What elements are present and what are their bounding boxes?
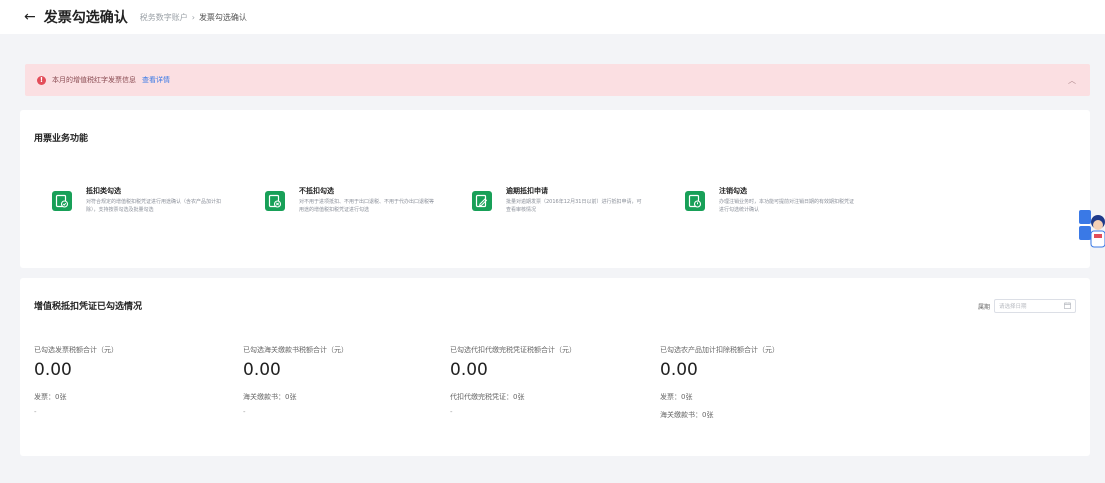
page-title: 发票勾选确认 [43, 10, 128, 26]
stat-agri: 已勾选农产品加计扣除税额合计（元） 0.00 发票：0张 海关缴款书：0张 [660, 345, 860, 420]
breadcrumb-item-account[interactable]: 税务数字账户 [140, 12, 188, 23]
func-title: 不抵扣勾选 [299, 187, 334, 195]
stat-label: 已勾选海关缴款书税额合计（元） [243, 346, 348, 354]
stat-label: 已勾选发票税额合计（元） [34, 346, 118, 354]
stat-count: 发票：0张 [34, 393, 67, 401]
func-title: 抵扣类勾选 [86, 187, 121, 195]
stat-dash: - [243, 408, 246, 416]
breadcrumb-item-current: 发票勾选确认 [198, 12, 247, 22]
func-desc: 办理注销业务时，本功能可提前对注销日期的有效期扣税凭证进行勾选统计确认 [719, 199, 855, 213]
stat-count: 发票：0张 [660, 393, 693, 401]
func-desc: 对不用于进项抵扣、不用于出口退税、不用于代办出口退税等用途的增值税扣税凭证进行勾… [299, 199, 435, 213]
stat-withholding: 已勾选代扣代缴完税凭证税额合计（元） 0.00 代扣代缴完税凭证：0张 - [450, 345, 650, 416]
stat-value: 0.00 [243, 360, 281, 380]
stat-value: 0.00 [450, 360, 488, 380]
breadcrumb-separator: › [191, 12, 195, 22]
view-details-link[interactable]: 查看详情 [142, 75, 170, 85]
stat-count: 代扣代缴完税凭证：0张 [450, 393, 525, 401]
error-circle-icon: ! [37, 75, 46, 85]
no-deduct-select-icon [265, 191, 285, 211]
stat-label: 已勾选代扣代缴完税凭证税额合计（元） [450, 346, 576, 354]
period-filter: 属期 请选择日期 [978, 299, 1076, 313]
func-desc: 对符合规定的增值税扣税凭证进行用途确认（含农产品加计扣除），支持按票勾选及批量勾… [86, 199, 222, 213]
stat-value: 0.00 [660, 360, 698, 380]
page-header: ← 发票勾选确认 税务数字账户 › 发票勾选确认 [0, 0, 1105, 34]
stat-customs: 已勾选海关缴款书税额合计（元） 0.00 海关缴款书：0张 - [243, 345, 443, 416]
stat-dash: - [34, 408, 37, 416]
func-no-deduct-select[interactable]: 不抵扣勾选 对不用于进项抵扣、不用于出口退税、不用于代办出口退税等用途的增值税扣… [265, 186, 445, 246]
robot-assistant-icon[interactable] [1079, 206, 1105, 254]
func-overdue-apply[interactable]: 逾期抵扣申请 批量对逾期发票（2016年12月31日以前）进行抵扣申请，可查看审… [472, 186, 652, 246]
func-deduct-select[interactable]: 抵扣类勾选 对符合规定的增值税扣税凭证进行用途确认（含农产品加计扣除），支持按票… [52, 186, 232, 246]
alert-text: 本月的增值税红字发票信息 [52, 76, 136, 84]
cancel-select-icon [685, 191, 705, 211]
stat-invoice: 已勾选发票税额合计（元） 0.00 发票：0张 - [34, 345, 234, 416]
alert-banner: ! 本月的增值税红字发票信息 查看详情 ︿ [25, 64, 1090, 96]
chevron-up-icon[interactable]: ︿ [1068, 75, 1076, 86]
deduct-select-icon [52, 191, 72, 211]
overdue-apply-icon [472, 191, 492, 211]
summary-title: 增值税抵扣凭证已勾选情况 [34, 302, 143, 312]
func-title: 逾期抵扣申请 [506, 187, 548, 195]
arrow-left-icon[interactable]: ← [24, 9, 36, 25]
func-title: 注销勾选 [719, 187, 747, 195]
functions-card: 用票业务功能 抵扣类勾选 对符合规定的增值税扣税凭证进行用途确认（含农产品加计扣… [20, 110, 1090, 268]
breadcrumb: 税务数字账户 › 发票勾选确认 [140, 12, 247, 23]
stat-count: 海关缴款书：0张 [660, 411, 714, 419]
functions-title: 用票业务功能 [34, 134, 89, 144]
func-cancel-select[interactable]: 注销勾选 办理注销业务时，本功能可提前对注销日期的有效期扣税凭证进行勾选统计确认 [685, 186, 865, 246]
period-label: 属期 [977, 303, 990, 311]
func-desc: 批量对逾期发票（2016年12月31日以前）进行抵扣申请，可查看审核情况 [506, 199, 642, 213]
period-date-input[interactable]: 请选择日期 [994, 299, 1076, 313]
period-placeholder: 请选择日期 [999, 304, 1027, 310]
calendar-icon[interactable] [1064, 301, 1071, 311]
stat-count: 海关缴款书：0张 [243, 393, 297, 401]
stat-value: 0.00 [34, 360, 72, 380]
stat-dash: - [450, 408, 453, 416]
stat-label: 已勾选农产品加计扣除税额合计（元） [660, 346, 779, 354]
summary-card: 增值税抵扣凭证已勾选情况 属期 请选择日期 已勾选发票税额合计（元） 0.00 … [20, 278, 1090, 456]
